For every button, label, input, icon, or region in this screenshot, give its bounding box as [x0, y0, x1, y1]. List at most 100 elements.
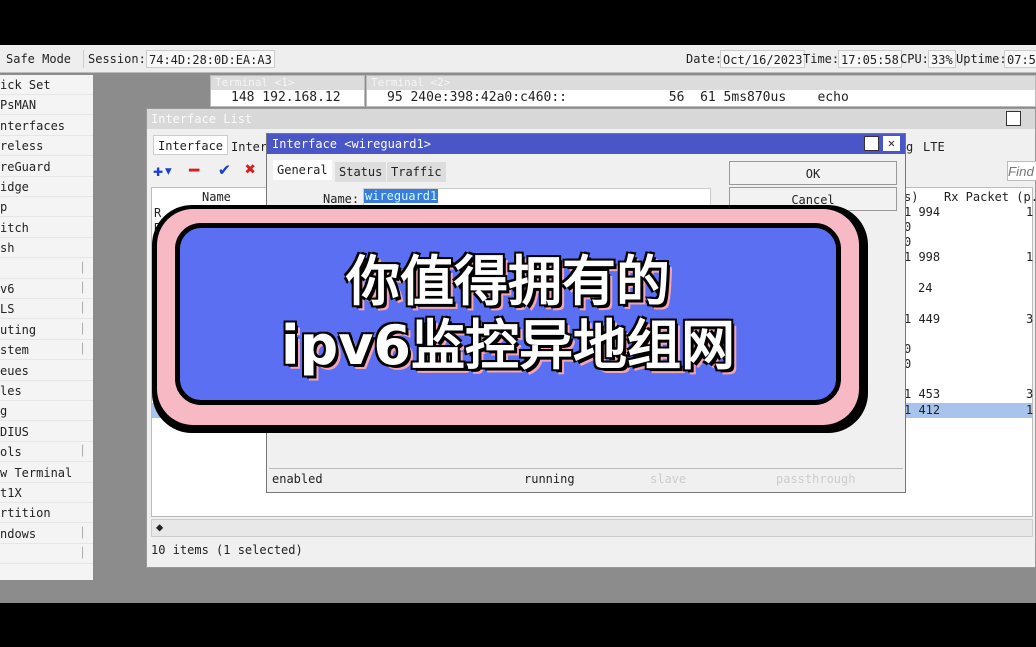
sidebar-item-label: reGuard	[0, 159, 51, 174]
uptime-value: 07:50	[1004, 50, 1036, 68]
sidebar-item-label: itch	[0, 220, 29, 235]
sidebar-item[interactable]: t1X	[0, 483, 93, 503]
top-toolbar: Safe Mode Session: 74:4D:28:0D:EA:A3 Dat…	[0, 45, 1036, 73]
sidebar-item[interactable]: reGuard	[0, 157, 93, 177]
cpu-label: CPU:	[900, 52, 929, 66]
dialog-status-bar: enabled running slave passthrough	[269, 468, 903, 490]
sidebar-item-label: g	[0, 404, 8, 419]
sidebar-item[interactable]: rtition	[0, 503, 93, 524]
sidebar-item-label: LS	[0, 302, 15, 317]
sidebar-item-label: ols	[0, 445, 22, 460]
sidebar-menu: ick Set PsMAN nterfaces reless reGuard idge p i…	[0, 75, 93, 580]
tab-lte[interactable]: LTE	[919, 137, 949, 157]
submenu-arrow-icon: ▕	[76, 323, 83, 335]
sidebar-item[interactable]: g	[0, 401, 93, 422]
sidebar-item-label: rtition	[0, 506, 51, 521]
sidebar-item[interactable]: itch	[0, 218, 93, 238]
sidebar-item[interactable]: les	[0, 381, 93, 401]
tab-traffic[interactable]: Traffic	[387, 162, 446, 182]
sidebar-item[interactable]: p	[0, 197, 93, 218]
sidebar-item-label: w Terminal	[0, 465, 73, 480]
tab-status[interactable]: Status	[335, 162, 387, 182]
sidebar-item[interactable]: ▕	[0, 544, 93, 565]
session-field[interactable]: 74:4D:28:0D:EA:A3	[146, 50, 275, 68]
sidebar-item[interactable]: idge	[0, 177, 93, 197]
sidebar-item-label: ick Set	[0, 78, 51, 92]
find-input[interactable]	[1007, 161, 1036, 181]
sidebar-item[interactable]: eues	[0, 361, 93, 381]
add-icon[interactable]: ✚▾	[153, 161, 173, 181]
submenu-arrow-icon: ▕	[76, 283, 83, 294]
enable-check-icon[interactable]: ✔	[219, 159, 230, 180]
tab-interface-list[interactable]: Inter	[227, 137, 271, 157]
sidebar-item[interactable]: reless	[0, 136, 93, 157]
sidebar-item[interactable]: nterfaces	[0, 116, 93, 136]
overlay-blue-panel: 你值得拥有的 ipv6监控异地组网	[175, 223, 841, 405]
overlay-pink-frame: 你值得拥有的 ipv6监控异地组网	[157, 209, 859, 425]
sidebar-item[interactable]: sh	[0, 238, 93, 259]
tab-general[interactable]: General	[273, 160, 332, 180]
rx-packet-cell: 3	[1026, 312, 1034, 326]
window-title: Interface List	[147, 109, 1035, 129]
sidebar-item[interactable]: ▕	[0, 259, 93, 279]
column-header-rx-packet[interactable]: Rx Packet (p.	[944, 190, 1036, 204]
maximize-icon[interactable]	[1006, 111, 1021, 126]
submenu-arrow-icon: ▕	[76, 446, 83, 458]
horizontal-scrollbar[interactable]: ◆	[151, 519, 1033, 537]
rx-cell: 1 994	[904, 205, 941, 219]
remove-icon[interactable]: ━	[189, 161, 199, 181]
ok-button[interactable]: OK	[729, 161, 897, 185]
title-overlay-card: 你值得拥有的 ipv6监控异地组网	[152, 205, 868, 433]
rx-cell: 1 998	[904, 250, 941, 264]
submenu-arrow-icon: ▕	[76, 527, 83, 539]
name-value: wireguard1	[364, 189, 439, 203]
terminal-line: 95 240e:398:42a0:c460:: 56 61 5ms870us e…	[387, 90, 849, 105]
sidebar-item-label: p	[0, 200, 8, 215]
overlay-title-line1: 你值得拥有的	[346, 250, 670, 313]
rx-packet-cell: 1	[1026, 250, 1034, 264]
sidebar-item[interactable]: stem ▕	[0, 340, 93, 361]
terminal-line: 148 192.168.12	[231, 90, 341, 105]
sidebar-item[interactable]: LS ▕	[0, 299, 93, 320]
column-header-tx[interactable]: s)	[904, 190, 918, 204]
sidebar-item[interactable]: ick Set	[0, 75, 93, 95]
time-label: Time:	[803, 52, 840, 66]
rx-cell: 24	[918, 281, 933, 295]
time-value: 17:05:58	[838, 50, 902, 68]
submenu-arrow-icon: ▕	[76, 262, 83, 274]
date-label: Date:	[686, 52, 723, 66]
rx-packet-cell: 1	[1026, 403, 1034, 417]
dialog-title: Interface <wireguard1>	[267, 134, 905, 154]
status-passthrough: passthrough	[776, 472, 856, 486]
sidebar-item[interactable]: uting ▕	[0, 320, 93, 340]
rx-cell: 1 412	[904, 403, 941, 417]
terminal-window-2[interactable]: Terminal <2> 95 240e:398:42a0:c460:: 56 …	[366, 75, 1036, 107]
uptime-label: Uptime:	[956, 52, 1007, 66]
column-header-name[interactable]: Name	[202, 190, 231, 204]
sidebar-item[interactable]: ols ▕	[0, 442, 93, 463]
sidebar-item-label: stem	[0, 343, 29, 358]
sidebar-item-label: PsMAN	[0, 98, 37, 113]
submenu-arrow-icon: ▕	[76, 303, 83, 315]
name-label: Name:	[323, 192, 360, 206]
disable-x-icon[interactable]: ✖	[245, 159, 256, 180]
close-icon[interactable]: ✕	[883, 136, 900, 151]
sidebar-item[interactable]: v6 ▕	[0, 279, 93, 299]
sidebar-item[interactable]: DIUS	[0, 422, 93, 442]
maximize-icon[interactable]	[864, 136, 879, 151]
sidebar-item[interactable]: PsMAN	[0, 95, 93, 116]
rx-packet-cell: 1	[1026, 205, 1034, 219]
overlay-title-line2: ipv6监控异地组网	[281, 314, 735, 377]
sidebar-item[interactable]: ndows ▕	[0, 524, 93, 544]
terminal-window-1[interactable]: Terminal <1> 148 192.168.12	[210, 75, 365, 107]
tab-interface[interactable]: Interface	[153, 135, 229, 155]
sidebar-item-label: v6	[0, 282, 15, 296]
sidebar-item-label: ndows	[0, 526, 37, 541]
safe-mode-button[interactable]: Safe Mode	[4, 50, 84, 68]
date-value: Oct/16/2023	[720, 50, 806, 68]
submenu-arrow-icon: ▕	[76, 548, 83, 560]
sidebar-item[interactable]: w Terminal	[0, 463, 93, 483]
session-label: Session:	[88, 52, 146, 66]
sidebar-item-label: eues	[0, 363, 29, 378]
status-slave: slave	[650, 472, 687, 486]
